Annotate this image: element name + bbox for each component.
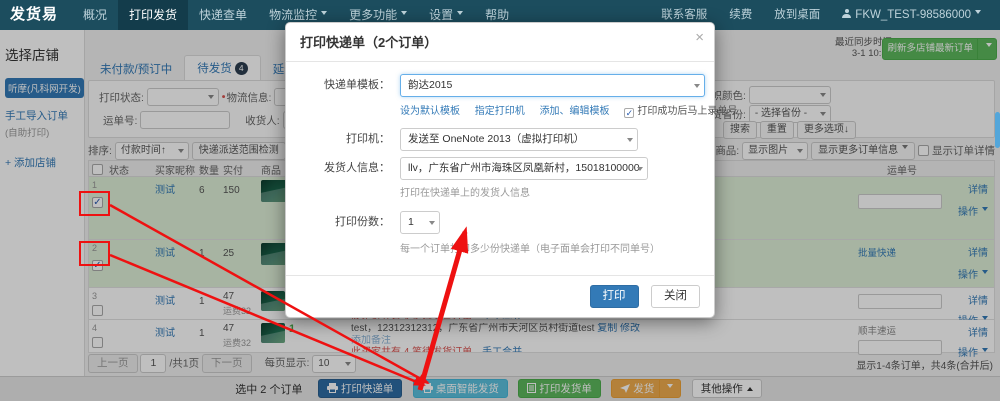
print-express-modal: 打印快递单（2个订单） × 快递单模板： 韵达2015 设为默认模板 指定打印机… — [285, 22, 715, 318]
sender-select[interactable]: llv，广东省广州市海珠区凤凰新村，15018100000 — [400, 157, 648, 180]
chevron-down-icon — [694, 84, 700, 91]
template-select[interactable]: 韵达2015 — [400, 74, 705, 97]
printer-select[interactable]: 发送至 OneNote 2013（虚拟打印机） — [400, 128, 638, 151]
nav-item-express-query[interactable]: 快递查单 — [188, 0, 258, 30]
scrollbar-thumb[interactable] — [995, 112, 1000, 148]
set-default-template-link[interactable]: 设为默认模板 — [400, 106, 460, 117]
sender-label: 发货人信息： — [300, 157, 400, 211]
copies-help-text: 每一个订单打印多少份快递单（电子面单会打印不同单号） — [400, 240, 700, 255]
printer-label: 打印机： — [300, 128, 400, 151]
nav-item-pin-desktop[interactable]: 放到桌面 — [763, 0, 831, 30]
nav-item-print-ship[interactable]: 打印发货 — [118, 0, 188, 30]
app-logo[interactable]: 发货易 — [0, 0, 72, 30]
sender-help-text: 打印在快递单上的发货人信息 — [400, 184, 700, 199]
chevron-down-icon — [627, 138, 633, 145]
nav-item-overview[interactable]: 概况 — [72, 0, 118, 30]
user-icon — [842, 9, 851, 18]
print-button[interactable]: 打印 — [590, 285, 639, 308]
assign-printer-link[interactable]: 指定打印机 — [475, 106, 525, 117]
upload-after-print-checkbox[interactable] — [624, 108, 634, 118]
chevron-down-icon — [429, 221, 435, 228]
chevron-down-icon — [321, 11, 327, 18]
copies-select[interactable]: 1 — [400, 211, 440, 234]
copies-label: 打印份数： — [300, 211, 400, 267]
chevron-down-icon — [401, 11, 407, 18]
chevron-down-icon — [975, 10, 981, 17]
nav-item-renew[interactable]: 续费 — [718, 0, 763, 30]
template-label: 快递单模板： — [300, 74, 400, 128]
modal-title: 打印快递单（2个订单） — [300, 35, 437, 50]
close-button[interactable]: 关闭 — [651, 285, 700, 308]
edit-template-link[interactable]: 添加、编辑模板 — [540, 106, 610, 117]
chevron-down-icon — [637, 167, 643, 174]
upload-after-print-label: 打印成功后马上录单号 — [637, 106, 737, 117]
close-icon[interactable]: × — [695, 30, 704, 45]
account-menu[interactable]: FKW_TEST-98586000 — [831, 0, 992, 30]
chevron-down-icon — [457, 11, 463, 18]
